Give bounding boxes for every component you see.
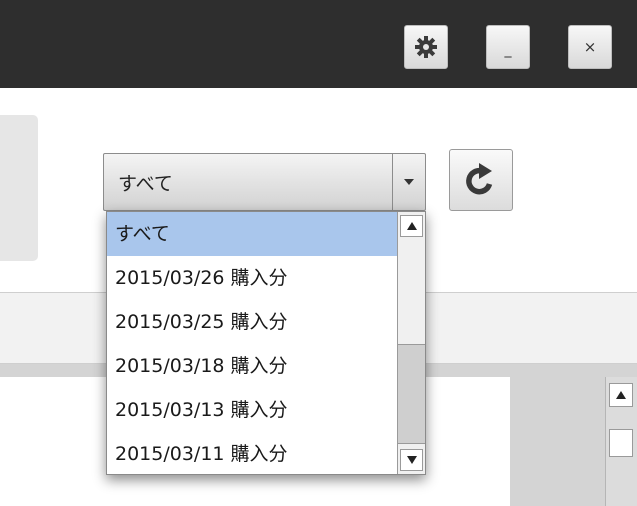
dropdown-option[interactable]: 2015/03/25 購入分 <box>107 300 397 344</box>
content-scroll-thumb[interactable] <box>609 429 633 457</box>
minimize-label: _ <box>504 42 512 58</box>
settings-button[interactable] <box>404 25 448 69</box>
filter-dropdown-toggle[interactable] <box>392 154 425 210</box>
close-button[interactable]: × <box>568 25 612 69</box>
dropdown-option[interactable]: 2015/03/26 購入分 <box>107 256 397 300</box>
dropdown-scroll-up-button[interactable] <box>400 215 423 237</box>
gear-icon <box>415 36 437 58</box>
dropdown-option-all[interactable]: すべて <box>107 212 397 256</box>
dropdown-scroll-thumb[interactable] <box>398 344 425 444</box>
dropdown-scrollbar[interactable] <box>397 212 425 474</box>
close-label: × <box>583 38 597 56</box>
dropdown-option[interactable]: 2015/03/13 購入分 <box>107 388 397 432</box>
dropdown-option[interactable]: 2015/03/18 購入分 <box>107 344 397 388</box>
triangle-down-icon <box>406 456 417 464</box>
app-window: _ × すべて すべて 2015/03/26 購入分 2015/03/25 購入… <box>0 0 637 506</box>
triangle-down-icon <box>404 179 414 185</box>
filter-select[interactable]: すべて <box>103 153 426 211</box>
filter-dropdown-list: すべて 2015/03/26 購入分 2015/03/25 購入分 2015/0… <box>106 211 426 475</box>
title-bar: _ × <box>0 0 637 88</box>
filter-selected-value: すべて <box>118 172 173 195</box>
refresh-button[interactable] <box>449 149 513 211</box>
dropdown-options: すべて 2015/03/26 購入分 2015/03/25 購入分 2015/0… <box>107 212 397 474</box>
side-panel <box>0 115 38 261</box>
dropdown-option[interactable]: 2015/03/11 購入分 <box>107 432 397 474</box>
minimize-button[interactable]: _ <box>486 25 530 69</box>
content-scrollbar[interactable] <box>605 377 637 506</box>
dropdown-scroll-down-button[interactable] <box>400 449 423 471</box>
triangle-up-icon <box>406 222 417 230</box>
refresh-icon <box>466 163 493 195</box>
content-scroll-up-button[interactable] <box>609 383 633 407</box>
triangle-up-icon <box>616 391 626 399</box>
